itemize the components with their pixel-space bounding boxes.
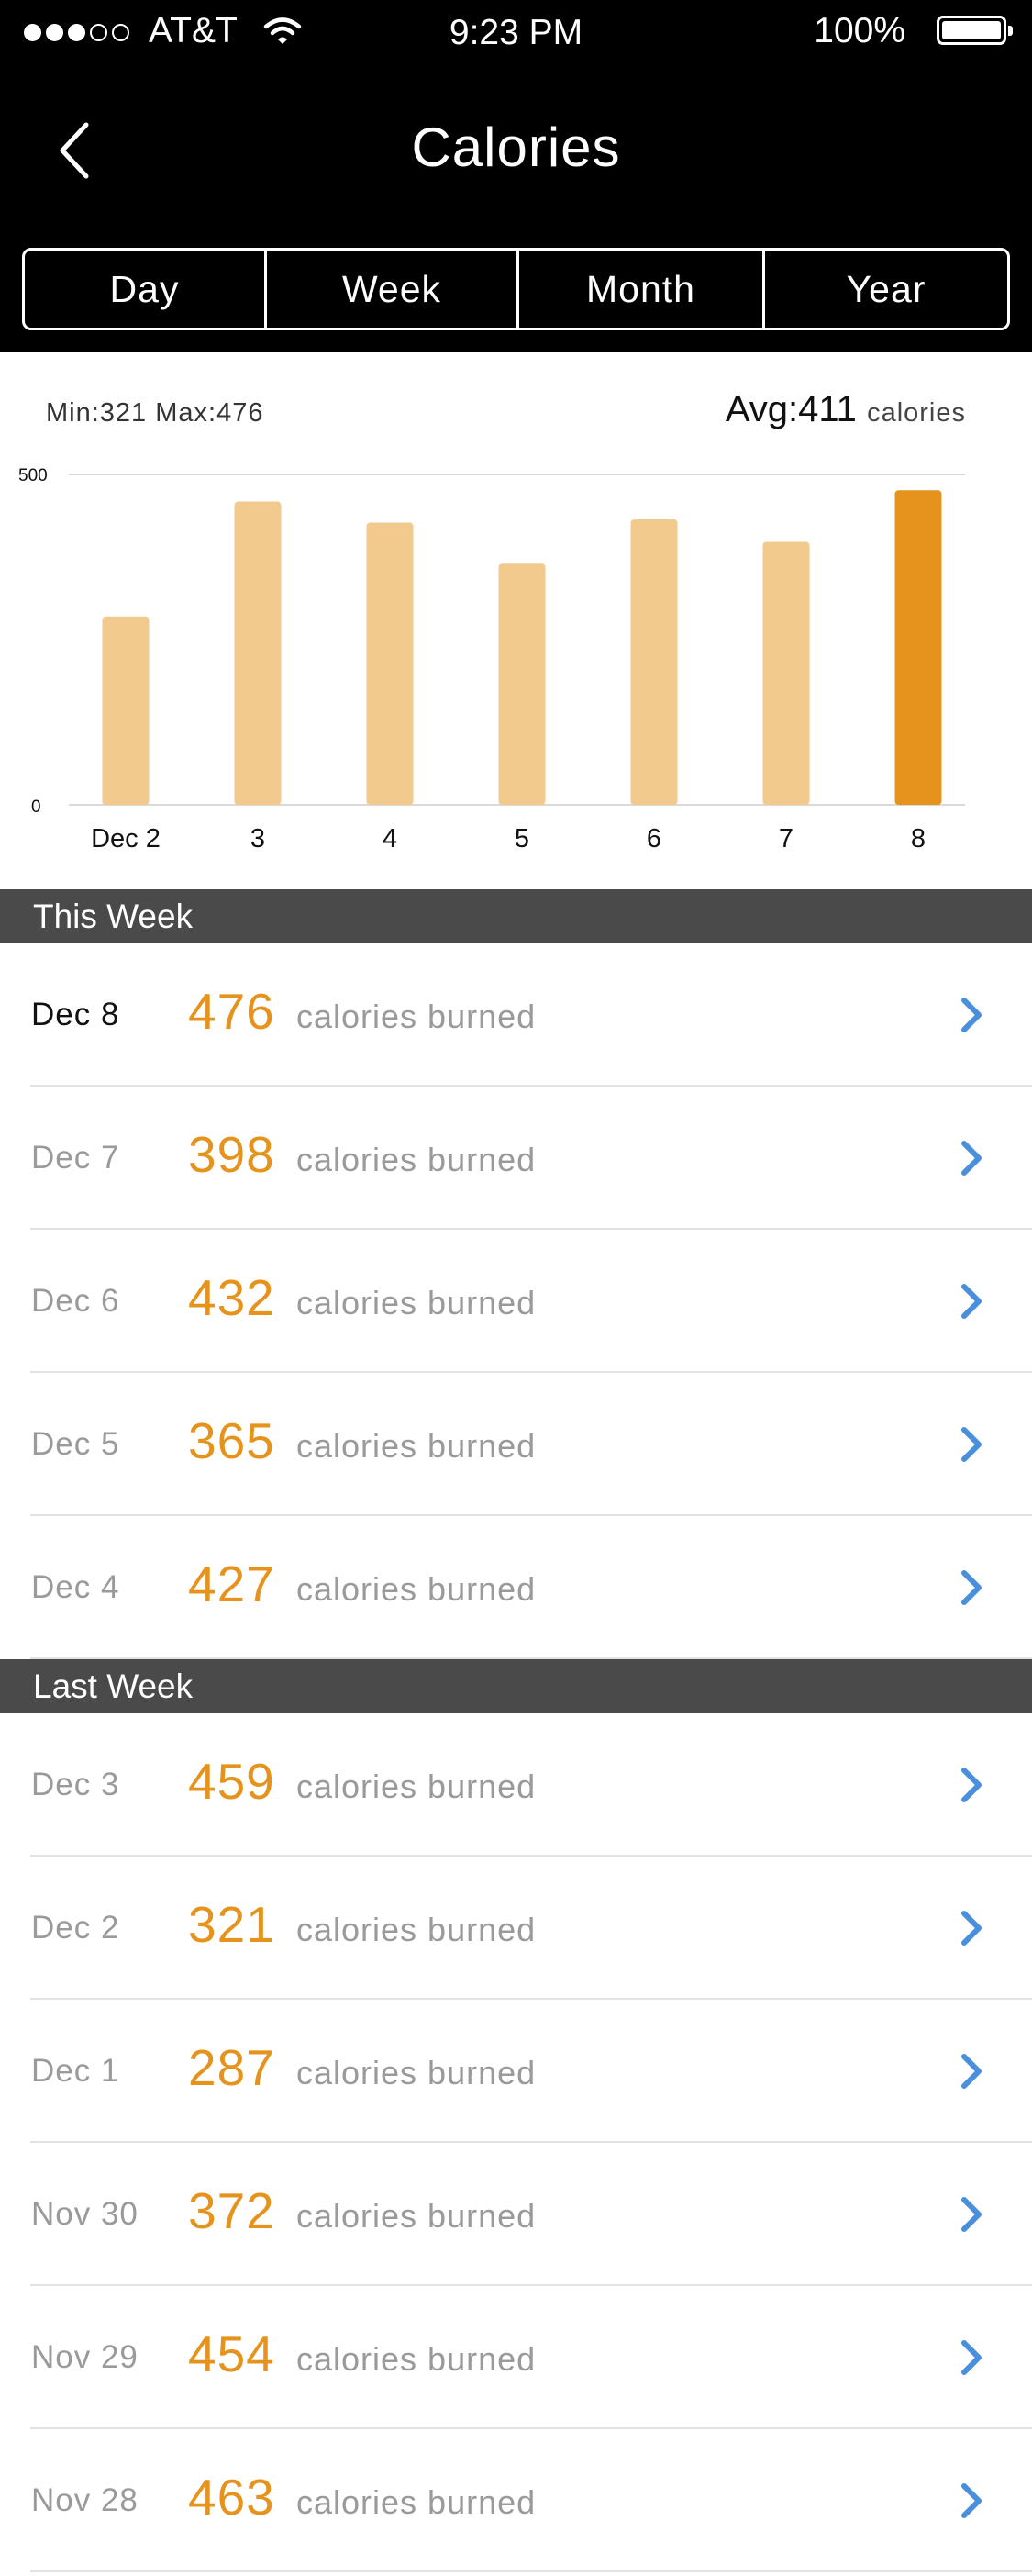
list-item[interactable]: Nov 28 463 calories burned (0, 2429, 1032, 2572)
x-tick-label: 3 (250, 824, 265, 853)
row-calorie-value: 476 (188, 983, 275, 1040)
chevron-right-icon[interactable] (957, 1139, 984, 1182)
x-tick-label: 6 (647, 824, 661, 853)
list-item[interactable]: Nov 30 372 calories burned (0, 2143, 1032, 2286)
chevron-right-icon[interactable] (957, 1909, 984, 1952)
chart-bar (762, 541, 810, 805)
row-calorie-value: 454 (188, 2325, 275, 2382)
row-date: Dec 4 (31, 1569, 120, 1605)
row-calorie-label: calories burned (296, 1911, 537, 1948)
row-calorie-label: calories burned (296, 1768, 537, 1805)
chevron-right-icon[interactable] (957, 2052, 984, 2095)
row-calorie-value: 372 (188, 2182, 275, 2239)
x-tick-label: 7 (779, 824, 793, 853)
status-bar: AT&T 9:23 PM 100% (0, 0, 1032, 64)
row-date: Nov 30 (31, 2196, 139, 2232)
row-calorie-label: calories burned (296, 2483, 537, 2521)
header: AT&T 9:23 PM 100% Calories Day Week Mont… (0, 0, 1032, 352)
row-calorie-label: calories burned (296, 2340, 537, 2378)
chart-bar (894, 490, 942, 805)
row-calorie-value: 427 (188, 1556, 275, 1612)
segment-day[interactable]: Day (25, 251, 267, 328)
row-calorie-label: calories burned (296, 998, 537, 1035)
row-calorie-label: calories burned (296, 2054, 537, 2091)
chevron-right-icon[interactable] (957, 996, 984, 1039)
row-calorie-value: 365 (188, 1412, 275, 1469)
section-header: Last Week (0, 1659, 1032, 1713)
list-item[interactable]: Dec 7 398 calories burned (0, 1087, 1032, 1230)
row-date: Dec 5 (31, 1426, 120, 1462)
list-item[interactable]: Dec 3 459 calories burned (0, 1713, 1032, 1857)
row-calorie-label: calories burned (296, 1427, 537, 1465)
x-tick-label: 8 (911, 824, 926, 853)
y-tick-label: 500 (18, 466, 48, 485)
page-title: Calories (411, 117, 621, 178)
battery-percentage: 100% (814, 11, 905, 50)
battery-icon (937, 16, 1013, 45)
row-calorie-value: 463 (188, 2469, 275, 2526)
row-date: Dec 3 (31, 1767, 120, 1802)
x-tick-label: 4 (383, 824, 397, 853)
chart-bar (630, 519, 678, 805)
list-item[interactable]: Dec 1 287 calories burned (0, 2000, 1032, 2143)
segment-year[interactable]: Year (765, 251, 1007, 328)
list-item[interactable]: Dec 8 476 calories burned (0, 943, 1032, 1087)
row-date: Dec 7 (31, 1140, 120, 1176)
list-item[interactable]: Dec 5 365 calories burned (0, 1373, 1032, 1516)
chart-bar (102, 616, 150, 805)
list-item[interactable]: Dec 6 432 calories burned (0, 1230, 1032, 1373)
row-calorie-label: calories burned (296, 1570, 537, 1608)
chevron-right-icon[interactable] (957, 1568, 984, 1611)
section-header: This Week (0, 889, 1032, 943)
list-item[interactable]: Dec 4 427 calories burned (0, 1516, 1032, 1659)
chevron-right-icon[interactable] (957, 2481, 984, 2525)
chart-bar (234, 501, 282, 805)
chevron-right-icon[interactable] (957, 1425, 984, 1468)
row-calorie-label: calories burned (296, 1141, 537, 1178)
row-divider (30, 2570, 1032, 2572)
row-date: Dec 2 (31, 1910, 120, 1946)
chart-bar (366, 522, 414, 805)
weekly-calories-chart: 0 500 Dec 2 3 4 5 6 7 8 (18, 466, 965, 853)
row-calorie-label: calories burned (296, 2197, 537, 2235)
row-calorie-value: 321 (188, 1896, 275, 1953)
segment-week[interactable]: Week (267, 251, 519, 328)
chevron-right-icon[interactable] (957, 2338, 984, 2381)
row-calorie-value: 459 (188, 1753, 275, 1810)
segment-month[interactable]: Month (519, 251, 765, 328)
x-tick-label: 5 (515, 824, 529, 853)
row-date: Nov 28 (31, 2482, 139, 2518)
row-date: Dec 8 (31, 997, 120, 1032)
row-date: Nov 29 (31, 2339, 139, 2375)
row-calorie-value: 432 (188, 1269, 275, 1326)
x-tick-label: Dec 2 (91, 824, 161, 853)
row-date: Dec 6 (31, 1283, 120, 1319)
chart-bar (498, 563, 546, 805)
chevron-right-icon[interactable] (957, 1282, 984, 1325)
period-segmented-control: Day Week Month Year (22, 248, 1010, 330)
chart-panel: Min:321 Max:476 Avg:411 calories 0 500 Dec… (0, 352, 1032, 889)
row-calorie-label: calories burned (296, 1284, 537, 1321)
row-calorie-value: 287 (188, 2039, 275, 2096)
list-item[interactable]: Dec 2 321 calories burned (0, 1857, 1032, 2000)
chevron-right-icon[interactable] (957, 1766, 984, 1809)
row-date: Dec 1 (31, 2053, 120, 2089)
list-item[interactable]: Nov 29 454 calories burned (0, 2286, 1032, 2429)
y-tick-label: 0 (31, 797, 41, 817)
chevron-right-icon[interactable] (957, 2195, 984, 2238)
row-calorie-value: 398 (188, 1126, 275, 1183)
